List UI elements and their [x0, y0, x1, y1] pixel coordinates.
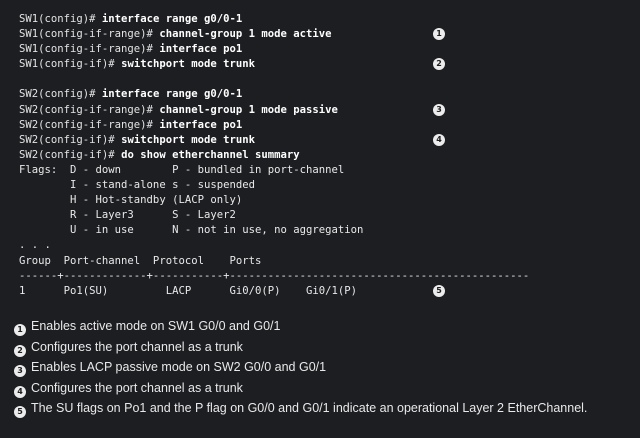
cli-prompt: SW2(config-if-range)# [19, 118, 160, 131]
callout-badge-2: 2 [433, 58, 445, 71]
terminal-line: SW2(config-if)# switchport mode trunk 4 [19, 133, 619, 148]
cli-command: channel-group 1 mode passive [159, 103, 338, 116]
flags-line: Flags: D - down P - bundled in port-chan… [19, 163, 619, 178]
terminal-line: SW1(config)# interface range g0/0-1 [19, 12, 619, 27]
table-header-text: Group Port-channel Protocol Ports [19, 254, 262, 267]
note-item: 2 Configures the port channel as a trunk [14, 337, 634, 358]
ellipsis-line: . . . [19, 238, 619, 253]
table-divider: ------+-------------+-----------+-------… [19, 269, 619, 284]
callout-badge-5: 5 [433, 284, 445, 297]
terminal-line: SW2(config)# interface range g0/0-1 [19, 87, 619, 102]
cli-command: do show etherchannel summary [121, 148, 300, 161]
cli-command: interface range g0/0-1 [101, 13, 243, 25]
terminal-line: SW2(config-if-range)# interface po1 [19, 118, 619, 133]
note-text: Enables active mode on SW1 G0/0 and G0/1 [31, 319, 281, 333]
ellipsis-text: . . . [19, 239, 51, 252]
terminal-line: SW2(config-if)# do show etherchannel sum… [19, 148, 619, 163]
note-item: 5 The SU flags on Po1 and the P flag on G… [14, 398, 634, 419]
cli-command: switchport mode trunk [121, 133, 255, 146]
cli-command: switchport mode trunk [121, 58, 255, 71]
table-divider-text: ------+-------------+-----------+-------… [19, 269, 530, 282]
terminal-output: SW1(config)# interface range g0/0-1 SW1(… [19, 12, 619, 299]
note-item: 1 Enables active mode on SW1 G0/0 and G0/… [14, 316, 634, 337]
flags-line: I - stand-alone s - suspended [19, 178, 619, 193]
note-badge: 3 [14, 365, 26, 378]
note-badge: 1 [14, 324, 26, 336]
callout-badge-1: 1 [433, 28, 445, 41]
note-badge: 4 [14, 385, 26, 398]
terminal-line: SW2(config-if-range)# channel-group 1 mo… [19, 103, 619, 118]
cli-prompt: SW2(config-if)# [19, 133, 122, 146]
flags-text: H - Hot-standby (LACP only) [19, 194, 243, 207]
note-text: Configures the port channel as a trunk [31, 339, 243, 354]
cli-command: interface po1 [159, 118, 243, 131]
table-row-text: 1 Po1(SU) LACP Gi0/0(P) Gi0/1(P) [19, 284, 358, 297]
callout-notes: 1 Enables active mode on SW1 G0/0 and G0/… [14, 316, 634, 419]
flags-text: U - in use N - not in use, no aggregatio… [19, 224, 364, 237]
page: SW1(config)# interface range g0/0-1 SW1(… [0, 0, 640, 438]
cli-prompt: SW1(config-if-range)# [19, 28, 160, 41]
cli-prompt: SW2(config-if)# [19, 148, 122, 161]
note-item: 4 Configures the port channel as a trunk [14, 378, 634, 399]
flags-text: I - stand-alone s - suspended [19, 179, 255, 192]
table-header: Group Port-channel Protocol Ports [19, 254, 619, 269]
note-text: Enables LACP passive mode on SW2 G0/0 an… [31, 360, 327, 375]
note-item: 3 Enables LACP passive mode on SW2 G0/0 a… [14, 357, 634, 378]
callout-badge-3: 3 [433, 103, 445, 116]
flags-text: R - Layer3 S - Layer2 [19, 209, 236, 222]
table-row: 1 Po1(SU) LACP Gi0/0(P) Gi0/1(P) 5 [19, 284, 619, 299]
cli-command: channel-group 1 mode active [159, 28, 332, 41]
cli-command: interface po1 [159, 43, 243, 56]
terminal-line: SW1(config-if-range)# channel-group 1 mo… [19, 27, 619, 42]
flags-line: R - Layer3 S - Layer2 [19, 208, 619, 223]
note-text: The SU flags on Po1 and the P flag on G0… [31, 401, 588, 416]
cli-prompt: SW2(config)# [19, 88, 102, 101]
terminal-line: SW1(config-if-range)# interface po1 [19, 42, 619, 57]
flags-text: Flags: D - down P - bundled in port-chan… [19, 163, 345, 176]
note-badge: 2 [14, 344, 26, 357]
flags-line: H - Hot-standby (LACP only) [19, 193, 619, 208]
cli-prompt: SW2(config-if-range)# [19, 103, 160, 116]
cli-prompt: SW1(config-if-range)# [19, 43, 160, 56]
cli-prompt: SW1(config-if)# [19, 58, 122, 71]
callout-badge-4: 4 [433, 133, 445, 146]
cli-command: interface range g0/0-1 [101, 88, 243, 101]
note-text: Configures the port channel as a trunk [31, 380, 243, 395]
flags-line: U - in use N - not in use, no aggregatio… [19, 223, 619, 238]
cli-prompt: SW1(config)# [19, 13, 102, 25]
note-badge: 5 [14, 406, 26, 419]
terminal-line: SW1(config-if)# switchport mode trunk 2 [19, 57, 619, 72]
